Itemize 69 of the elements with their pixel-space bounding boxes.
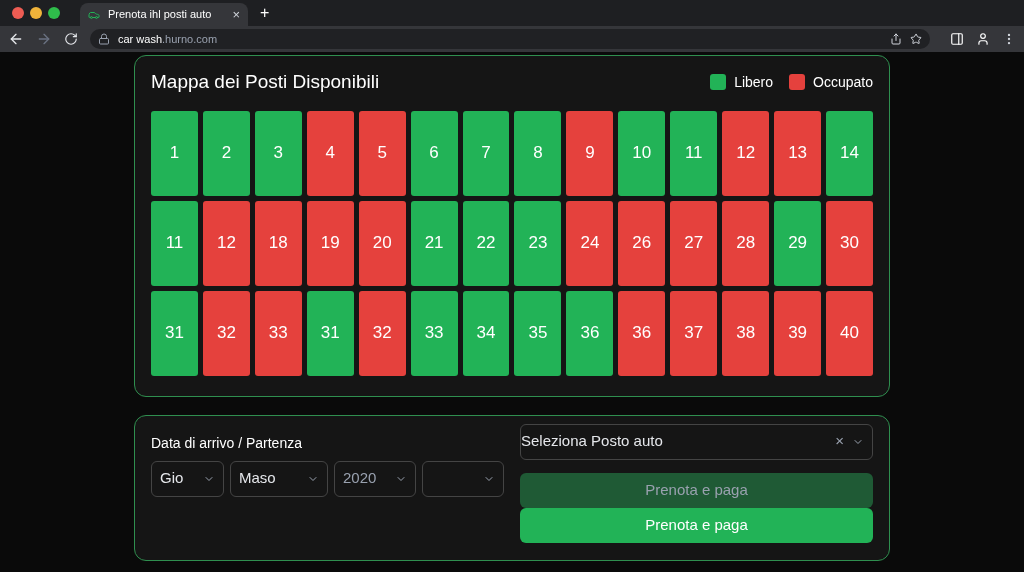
- parking-spot[interactable]: 4: [306, 110, 354, 196]
- parking-spot[interactable]: 20: [358, 200, 406, 286]
- legend-label: Libero: [734, 72, 774, 92]
- side-panel-icon[interactable]: [950, 32, 964, 46]
- parking-spot[interactable]: 5: [358, 110, 406, 196]
- new-tab-button[interactable]: +: [256, 1, 274, 25]
- parking-spot[interactable]: 37: [670, 290, 718, 376]
- share-icon[interactable]: [890, 33, 902, 45]
- legend-label: Occupato: [813, 72, 873, 92]
- map-title: Mappa dei Posti Disponibili: [151, 70, 380, 94]
- parking-spot[interactable]: 2: [202, 110, 250, 196]
- book-and-pay-button[interactable]: Prenota e paga: [520, 507, 873, 543]
- parking-spot[interactable]: 36: [566, 290, 614, 376]
- lock-icon: [98, 33, 110, 45]
- back-icon[interactable]: [8, 31, 24, 47]
- parking-spot[interactable]: 29: [774, 200, 822, 286]
- parking-spot[interactable]: 8: [514, 110, 562, 196]
- parking-spot[interactable]: 33: [254, 290, 302, 376]
- parking-spot[interactable]: 11: [151, 200, 198, 286]
- parking-spot[interactable]: 1: [151, 110, 198, 196]
- parking-spot[interactable]: 10: [618, 110, 666, 196]
- parking-spot[interactable]: 27: [670, 200, 718, 286]
- parking-spot[interactable]: 38: [722, 290, 770, 376]
- date-select[interactable]: Gio: [151, 460, 224, 497]
- parking-spot[interactable]: 13: [774, 110, 822, 196]
- parking-spot[interactable]: 34: [462, 290, 510, 376]
- parking-spot[interactable]: 26: [618, 200, 666, 286]
- parking-spot[interactable]: 36: [618, 290, 666, 376]
- bookmark-star-icon[interactable]: [910, 33, 922, 45]
- parking-spot[interactable]: 24: [566, 200, 614, 286]
- parking-spot[interactable]: 9: [566, 110, 614, 196]
- url-text: car wash.hurno.com: [118, 31, 219, 47]
- parking-spot[interactable]: 23: [514, 200, 562, 286]
- browser-tab[interactable]: Prenota ihl posti auto ×: [80, 3, 248, 26]
- parking-spot[interactable]: 3: [254, 110, 302, 196]
- parking-spot[interactable]: 12: [202, 200, 250, 286]
- spot-select[interactable]: Seleziona Posto auto ×: [520, 423, 873, 460]
- parking-spot[interactable]: 33: [410, 290, 458, 376]
- tab-title: Prenota ihl posti auto: [108, 7, 213, 23]
- parking-spot[interactable]: 14: [826, 110, 873, 196]
- date-select[interactable]: Maso: [230, 460, 328, 497]
- parking-spot[interactable]: 30: [826, 200, 873, 286]
- minimize-window-icon[interactable]: [30, 7, 42, 19]
- reload-icon[interactable]: [64, 32, 78, 46]
- close-window-icon[interactable]: [12, 7, 24, 19]
- parking-spot[interactable]: 31: [306, 290, 354, 376]
- parking-spot[interactable]: 32: [202, 290, 250, 376]
- parking-spot[interactable]: 31: [151, 290, 198, 376]
- parking-spot[interactable]: 35: [514, 290, 562, 376]
- date-select[interactable]: 2020: [334, 460, 416, 497]
- parking-spot[interactable]: 19: [306, 200, 354, 286]
- parking-spot[interactable]: 21: [410, 200, 458, 286]
- parking-spot[interactable]: 40: [826, 290, 873, 376]
- parking-spot[interactable]: 28: [722, 200, 770, 286]
- parking-spot[interactable]: 39: [774, 290, 822, 376]
- parking-spot[interactable]: 22: [462, 200, 510, 286]
- profile-icon[interactable]: [976, 32, 990, 46]
- parking-spot[interactable]: 11: [670, 110, 718, 196]
- parking-spot[interactable]: 6: [410, 110, 458, 196]
- parking-spot[interactable]: 12: [722, 110, 770, 196]
- parking-spot[interactable]: 32: [358, 290, 406, 376]
- clear-button[interactable]: ×: [835, 430, 844, 453]
- close-tab-button[interactable]: ×: [232, 4, 240, 25]
- maximize-window-icon[interactable]: [48, 7, 60, 19]
- parking-spot[interactable]: 7: [462, 110, 510, 196]
- parking-spot[interactable]: 18: [254, 200, 302, 286]
- address-bar[interactable]: car wash.hurno.com: [90, 29, 930, 49]
- date-label: Data di arrivo / Partenza: [151, 433, 303, 453]
- forward-icon[interactable]: [36, 31, 52, 47]
